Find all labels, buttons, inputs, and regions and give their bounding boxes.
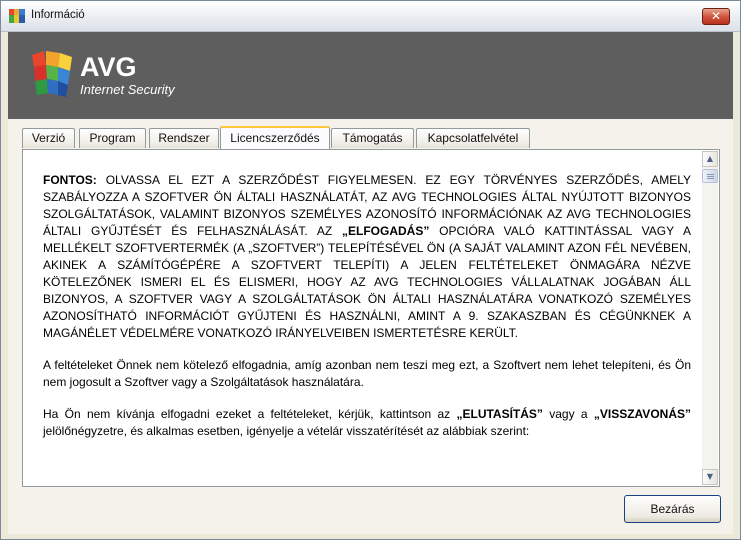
license-text-span: Ha Ön nem kívánja elfogadni ezeket a fel… xyxy=(43,407,457,421)
tab-program[interactable]: Program xyxy=(79,128,146,148)
product-name: Internet Security xyxy=(80,82,175,97)
dialog-body: Verzió Program Rendszer Licencszerződés … xyxy=(8,119,733,534)
scroll-down-button[interactable]: ▼ xyxy=(702,469,718,485)
tab-version[interactable]: Verzió xyxy=(22,128,75,148)
license-text: FONTOS: OLVASSA EL EZT A SZERZŐDÉST FIGY… xyxy=(43,172,691,455)
tab-support[interactable]: Támogatás xyxy=(331,128,414,148)
license-text-span: jelölőnégyzetre, és alkalmas esetben, ig… xyxy=(43,424,530,438)
license-paragraph-3: Ha Ön nem kívánja elfogadni ezeket a fel… xyxy=(43,406,691,440)
tab-contacts[interactable]: Kapcsolatfelvétel xyxy=(416,128,530,148)
scroll-up-button[interactable]: ▲ xyxy=(702,151,718,167)
close-button[interactable]: Bezárás xyxy=(624,495,721,523)
avg-app-icon xyxy=(9,9,25,23)
grip-line xyxy=(707,178,714,179)
tab-system[interactable]: Rendszer xyxy=(149,128,219,148)
title-bar: Információ ✕ xyxy=(1,1,740,32)
avg-logo-icon xyxy=(32,51,72,97)
window-close-button[interactable]: ✕ xyxy=(702,8,730,25)
dialog-client: AVG Internet Security Verzió Program Ren… xyxy=(8,32,733,534)
info-dialog: Információ ✕ AVG Internet Security Verzi… xyxy=(0,0,741,540)
brand-name: AVG xyxy=(80,52,137,82)
cancel-term: „VISSZAVONÁS” xyxy=(593,407,691,421)
grip-line xyxy=(707,174,714,175)
grip-line xyxy=(707,176,714,177)
decline-term: „ELUTASÍTÁS” xyxy=(456,407,543,421)
license-paragraph-1: FONTOS: OLVASSA EL EZT A SZERZŐDÉST FIGY… xyxy=(43,172,691,342)
accept-term: „ELFOGADÁS” xyxy=(342,224,430,238)
license-text-box[interactable]: FONTOS: OLVASSA EL EZT A SZERZŐDÉST FIGY… xyxy=(22,149,720,487)
license-text-span: OPCIÓRA VALÓ KATTINTÁSSAL VAGY A MELLÉKE… xyxy=(43,224,691,340)
tab-license-agreement[interactable]: Licencszerződés xyxy=(220,126,330,149)
scroll-thumb[interactable] xyxy=(702,169,718,183)
important-label: FONTOS: xyxy=(43,173,97,187)
brand-banner: AVG Internet Security xyxy=(8,32,733,119)
vertical-scrollbar[interactable]: ▲ ▼ xyxy=(702,151,718,485)
license-text-span: vagy a xyxy=(542,407,594,421)
license-paragraph-2: A feltételeket Önnek nem kötelező elfoga… xyxy=(43,358,691,389)
window-title: Információ xyxy=(31,9,85,21)
